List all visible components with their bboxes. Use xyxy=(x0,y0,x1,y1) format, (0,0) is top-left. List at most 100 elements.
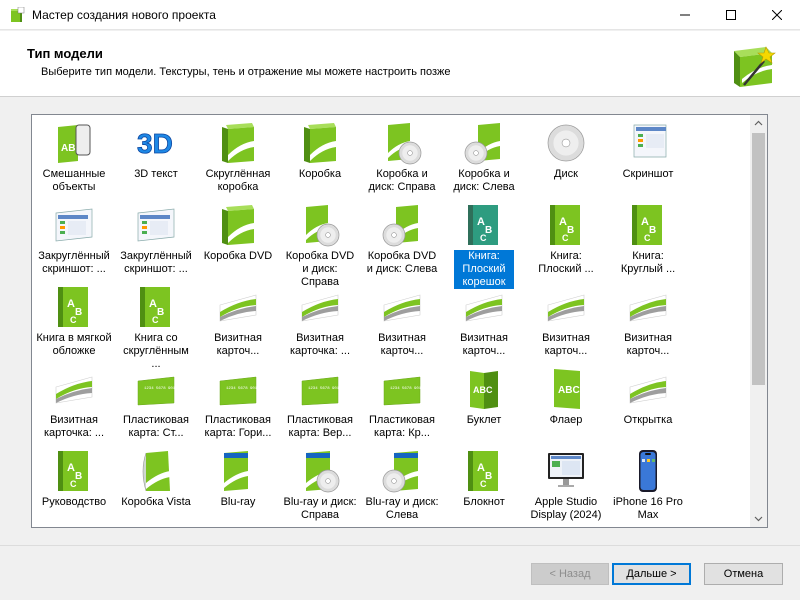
disc-icon xyxy=(546,121,586,165)
svg-text:1234 5678 9012: 1234 5678 9012 xyxy=(390,387,422,391)
svg-text:C: C xyxy=(70,315,77,325)
window-title: Мастер создания нового проекта xyxy=(32,8,216,22)
list-item[interactable]: Blu-ray и диск: Слева xyxy=(362,446,442,527)
list-item[interactable]: Скруглённая коробка xyxy=(198,118,278,200)
footer-divider xyxy=(0,545,800,546)
svg-text:C: C xyxy=(152,315,159,325)
list-item[interactable]: Открытка xyxy=(608,364,688,446)
list-item[interactable]: Коробка DVD xyxy=(198,200,278,282)
list-item[interactable]: A B C Книга: Плоский корешок xyxy=(444,200,524,289)
bluray-disc-right-icon xyxy=(300,449,340,493)
list-item-label: Книга: Круглый ... xyxy=(620,250,676,275)
postcard-icon xyxy=(628,367,668,411)
svg-text:C: C xyxy=(480,233,487,243)
svg-text:C: C xyxy=(70,479,77,489)
list-item[interactable]: Визитная карточка: ... xyxy=(280,282,360,364)
list-item[interactable]: Диск xyxy=(526,118,606,200)
list-item[interactable]: Коробка xyxy=(280,118,360,200)
plastic-card-icon: 1234 5678 9012 xyxy=(136,367,178,411)
list-item[interactable]: iPhone 16 Pro Max xyxy=(608,446,688,527)
list-item[interactable]: Закруглённый скриншот: ... xyxy=(34,200,114,282)
svg-text:A: A xyxy=(477,216,485,228)
list-item[interactable]: Коробка DVD и диск: Справа xyxy=(280,200,360,288)
vertical-scrollbar[interactable] xyxy=(750,115,767,527)
list-item[interactable]: Коробка и диск: Справа xyxy=(362,118,442,200)
list-item-label: Визитная карточка: ... xyxy=(43,414,105,439)
book-round-icon: ABC xyxy=(628,203,668,247)
maximize-button[interactable] xyxy=(708,0,754,30)
scroll-up-button[interactable] xyxy=(750,115,767,132)
wizard-header: Тип модели Выберите тип модели. Текстуры… xyxy=(0,31,800,97)
box-disc-left-icon xyxy=(464,121,504,165)
list-item[interactable]: A B C Книга в мягкой обложке xyxy=(34,282,114,364)
list-item[interactable]: AB Смешанные объекты xyxy=(34,118,114,200)
list-item[interactable]: Визитная карточ... xyxy=(526,282,606,364)
list-item-label: Пластиковая карта: Вер... xyxy=(287,414,353,439)
cancel-button[interactable]: Отмена xyxy=(704,563,783,585)
svg-text:1234 5678 9012: 1234 5678 9012 xyxy=(226,387,258,391)
business-card-icon xyxy=(464,285,504,329)
list-item-label: Открытка xyxy=(623,414,673,426)
list-item[interactable]: Коробка DVD и диск: Слева xyxy=(362,200,442,282)
list-item[interactable]: Закруглённый скриншот: ... xyxy=(116,200,196,282)
scroll-down-button[interactable] xyxy=(750,510,767,527)
list-item-label: Визитная карточ... xyxy=(542,332,590,357)
list-item-label: Руководство xyxy=(41,496,107,508)
svg-text:3D: 3D xyxy=(137,128,173,159)
list-item[interactable]: 1234 5678 9012 Пластиковая карта: Ст... xyxy=(116,364,196,446)
list-item-label: Диск xyxy=(554,168,578,180)
svg-text:ABC: ABC xyxy=(558,385,580,396)
list-item[interactable]: Визитная карточ... xyxy=(362,282,442,364)
svg-text:C: C xyxy=(644,233,651,243)
list-item[interactable]: Визитная карточ... xyxy=(198,282,278,364)
list-item[interactable]: Apple Studio Display (2024) xyxy=(526,446,606,527)
list-item-label: Коробка xyxy=(298,168,342,180)
list-item-label: Blu-ray xyxy=(220,496,256,508)
minimize-button[interactable] xyxy=(662,0,708,30)
page-subtitle: Выберите тип модели. Текстуры, тень и от… xyxy=(41,66,451,78)
next-button[interactable]: Дальше > xyxy=(612,563,691,585)
list-item[interactable]: A B C Блокнот xyxy=(444,446,524,527)
list-item-label: Blu-ray и диск: Справа xyxy=(283,496,357,521)
list-item-label: Смешанные объекты xyxy=(42,168,106,193)
list-item[interactable]: A B C Руководство xyxy=(34,446,114,527)
list-item-label: Коробка DVD xyxy=(203,250,273,262)
list-item-label: 3D текст xyxy=(134,168,178,180)
list-item[interactable]: Blu-ray xyxy=(198,446,278,527)
list-item[interactable]: Коробка Vista xyxy=(116,446,196,527)
list-item[interactable]: Визитная карточка: ... xyxy=(34,364,114,446)
list-item-label: Скруглённая коробка xyxy=(205,168,271,193)
svg-text:AB: AB xyxy=(61,143,75,154)
list-item-label: Пластиковая карта: Ст... xyxy=(123,414,189,439)
box-icon xyxy=(300,121,340,165)
list-item[interactable]: Визитная карточ... xyxy=(444,282,524,364)
mixed-objects-icon: AB xyxy=(54,121,94,165)
list-item[interactable]: 1234 5678 9012 Пластиковая карта: Гори... xyxy=(198,364,278,446)
list-item[interactable]: 3D 3D текст xyxy=(116,118,196,200)
list-item[interactable]: ABC Флаер xyxy=(526,364,606,446)
box-disc-right-icon xyxy=(382,121,422,165)
list-item[interactable]: Blu-ray и диск: Справа xyxy=(280,446,360,527)
business-card-icon xyxy=(628,285,668,329)
list-item[interactable]: 1234 5678 9012 Пластиковая карта: Вер... xyxy=(280,364,360,446)
list-item[interactable]: A B C Книга: Круглый ... xyxy=(608,200,688,282)
list-item-label: Закруглённый скриншот: ... xyxy=(38,250,110,275)
booklet-icon: ABC xyxy=(464,367,504,411)
back-button[interactable]: < Назад xyxy=(531,563,609,585)
business-card-icon xyxy=(218,285,258,329)
list-item[interactable]: A B C Книга со скруглённым ... xyxy=(116,282,196,370)
model-type-list[interactable]: AB Смешанные объекты 3D 3D текст Скруглённая… xyxy=(31,114,768,528)
dvd-box-disc-right-icon xyxy=(300,203,340,247)
list-item[interactable]: Скриншот xyxy=(608,118,688,200)
svg-text:A: A xyxy=(149,298,157,310)
list-item[interactable]: A B C Книга: Плоский ... xyxy=(526,200,606,282)
scrollbar-thumb[interactable] xyxy=(752,133,765,385)
close-button[interactable] xyxy=(754,0,800,30)
notebook-icon: ABC xyxy=(464,449,504,493)
list-item[interactable]: Коробка и диск: Слева xyxy=(444,118,524,200)
list-item[interactable]: 1234 5678 9012 Пластиковая карта: Кр... xyxy=(362,364,442,446)
list-item-label: Коробка и диск: Слева xyxy=(453,168,515,193)
list-item[interactable]: ABC Буклет xyxy=(444,364,524,446)
list-item[interactable]: Визитная карточ... xyxy=(608,282,688,364)
list-item-label: Blu-ray и диск: Слева xyxy=(365,496,439,521)
